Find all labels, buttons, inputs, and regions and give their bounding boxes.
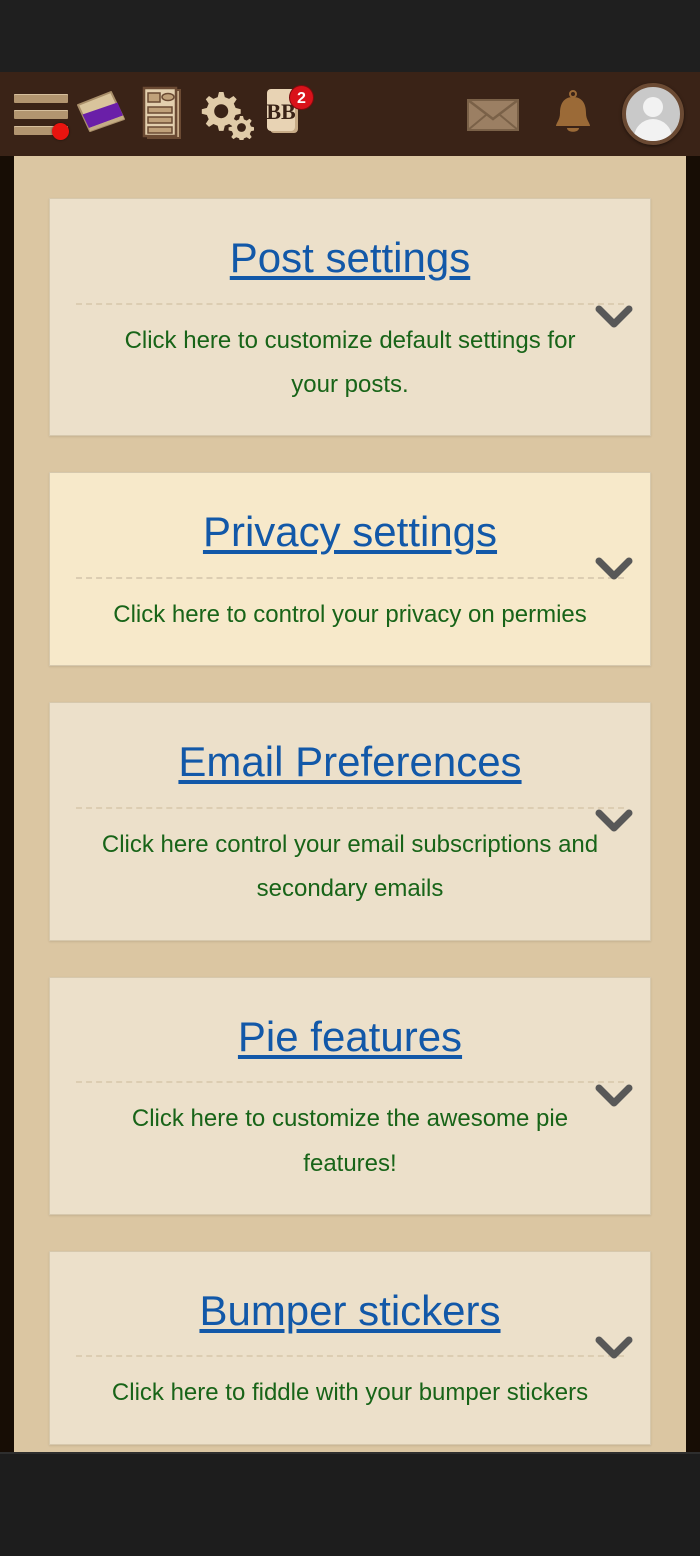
chevron-down-icon[interactable] xyxy=(592,547,636,591)
settings-card-title-link[interactable]: Pie features xyxy=(50,1000,650,1072)
pie-slice-icon[interactable] xyxy=(70,83,132,145)
app-header-left-group: BB 2 xyxy=(0,83,318,145)
avatar-head xyxy=(643,97,663,117)
settings-card-description: Click here to control your privacy on pe… xyxy=(113,600,587,628)
settings-card-description: Click here to customize the awesome pie … xyxy=(131,1105,569,1177)
chevron-down-icon[interactable] xyxy=(592,1074,636,1118)
chevron-down-icon[interactable] xyxy=(592,799,636,843)
page-gutter-left xyxy=(0,72,14,1452)
settings-card-title-link[interactable]: Bumper stickers xyxy=(50,1274,650,1346)
settings-card-privacy-settings[interactable]: Privacy settings Click here to control y… xyxy=(49,472,651,667)
settings-card-title-link[interactable]: Privacy settings xyxy=(50,495,650,567)
hamburger-bar-2 xyxy=(14,110,68,119)
screen: BB 2 Post settings Click here to customi… xyxy=(0,0,700,1556)
page-gutter-right xyxy=(686,72,700,1452)
settings-card-bumper-stickers[interactable]: Bumper stickers Click here to fiddle wit… xyxy=(49,1250,651,1445)
device-status-bar xyxy=(0,0,700,72)
hamburger-menu-icon[interactable] xyxy=(12,83,70,145)
settings-card-email-preferences[interactable]: Email Preferences Click here control you… xyxy=(49,702,651,941)
user-avatar-icon[interactable] xyxy=(622,83,684,145)
settings-page-content: Post settings Click here to customize de… xyxy=(14,156,686,1452)
settings-card-post-settings[interactable]: Post settings Click here to customize de… xyxy=(49,198,651,437)
bell-notifications-icon[interactable] xyxy=(542,83,604,145)
bb-badge-count: 2 xyxy=(289,85,314,110)
settings-card-title-link[interactable]: Post settings xyxy=(50,221,650,293)
settings-card-title-link[interactable]: Email Preferences xyxy=(50,725,650,797)
newspaper-article-icon[interactable] xyxy=(132,83,194,145)
app-header-right-group xyxy=(462,83,700,145)
device-navigation-bar xyxy=(0,1452,700,1556)
avatar xyxy=(622,83,684,145)
app-header-bar: BB 2 xyxy=(0,72,700,156)
hamburger-bar-1 xyxy=(14,94,68,103)
gears-settings-icon[interactable] xyxy=(194,83,256,145)
browser-viewport: BB 2 Post settings Click here to customi… xyxy=(0,72,700,1452)
menu-notification-dot-icon xyxy=(52,123,69,140)
settings-card-description: Click here to customize default settings… xyxy=(124,326,576,398)
hamburger-bars xyxy=(14,92,69,140)
settings-card-pie-features[interactable]: Pie features Click here to customize the… xyxy=(49,976,651,1215)
settings-card-description: Click here to fiddle with your bumper st… xyxy=(111,1379,589,1407)
chevron-down-icon[interactable] xyxy=(592,1326,636,1370)
chevron-down-icon[interactable] xyxy=(592,295,636,339)
avatar-body xyxy=(634,119,672,141)
bb-card-icon[interactable]: BB 2 xyxy=(256,83,318,145)
settings-card-description: Click here control your email subscripti… xyxy=(101,830,599,903)
envelope-mail-icon[interactable] xyxy=(462,83,524,145)
